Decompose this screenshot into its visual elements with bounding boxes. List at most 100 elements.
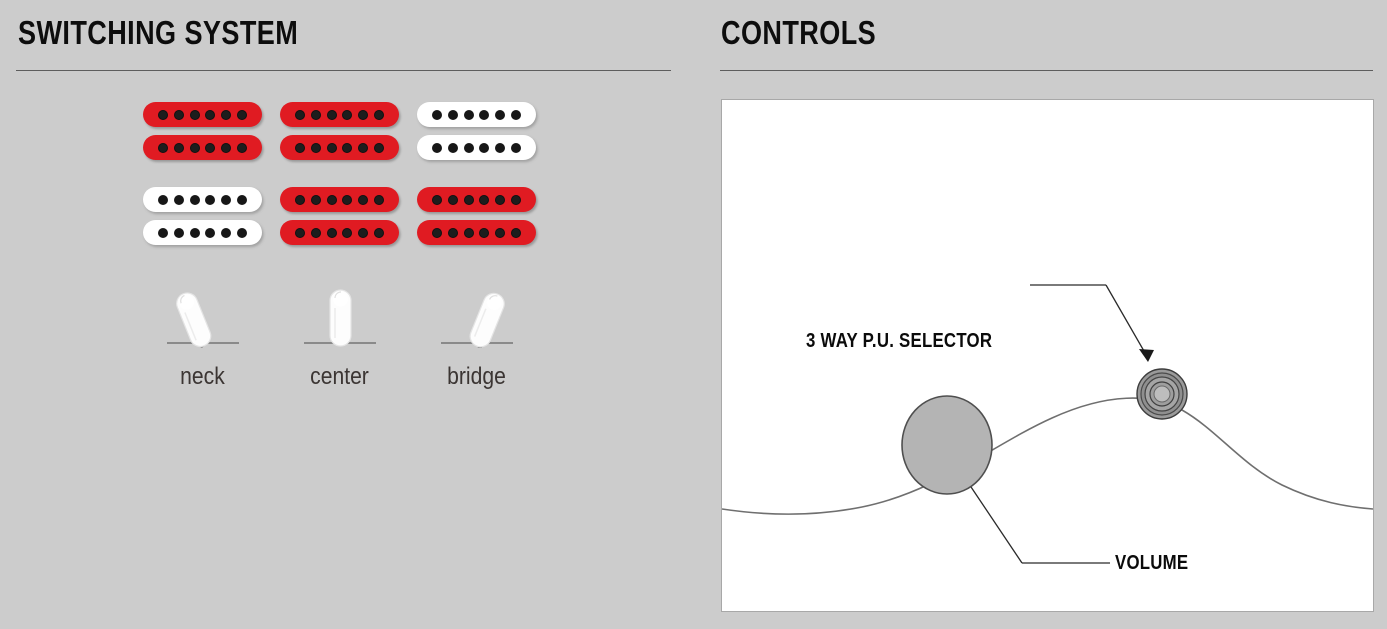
switch-label-center: center bbox=[310, 363, 369, 390]
pole-piece bbox=[495, 142, 506, 153]
pickup-r1c3 bbox=[417, 102, 536, 166]
pole-piece bbox=[511, 142, 522, 153]
pickup-coil-top bbox=[417, 102, 536, 127]
pickup-coil-bottom bbox=[280, 135, 399, 160]
pole-piece bbox=[431, 194, 442, 205]
pole-piece bbox=[495, 109, 506, 120]
pole-piece bbox=[479, 142, 490, 153]
switch-label-neck: neck bbox=[180, 363, 225, 390]
pole-piece bbox=[374, 194, 385, 205]
pole-piece bbox=[326, 109, 337, 120]
pole-piece bbox=[157, 194, 168, 205]
toggle-switch-lever-left-icon bbox=[167, 292, 239, 348]
pole-piece bbox=[374, 227, 385, 238]
pole-piece bbox=[463, 227, 474, 238]
pole-piece bbox=[189, 227, 200, 238]
pickup-r1c2 bbox=[280, 102, 399, 166]
pole-piece bbox=[173, 109, 184, 120]
selector-leader-line bbox=[1030, 284, 1154, 362]
pole-piece bbox=[447, 194, 458, 205]
volume-callout-label: VOLUME bbox=[1115, 552, 1189, 574]
pickup-coil-bottom bbox=[280, 220, 399, 245]
pole-piece bbox=[294, 227, 305, 238]
pole-piece bbox=[205, 194, 216, 205]
pickup-coil-top bbox=[417, 187, 536, 212]
pole-piece bbox=[511, 109, 522, 120]
pole-piece bbox=[294, 109, 305, 120]
page-root: SWITCHING SYSTEM neck center bridge CONT… bbox=[0, 0, 1387, 629]
pole-piece bbox=[189, 194, 200, 205]
toggle-switch-lever-center-icon bbox=[304, 289, 376, 347]
pole-piece bbox=[157, 109, 168, 120]
switch-position-row: neck center bridge bbox=[143, 278, 554, 393]
pickup-coil-top bbox=[143, 102, 262, 127]
pole-piece bbox=[221, 109, 232, 120]
controls-diagram-svg bbox=[722, 284, 1373, 564]
pole-piece bbox=[157, 227, 168, 238]
pole-piece bbox=[237, 227, 248, 238]
pole-piece bbox=[479, 227, 490, 238]
pole-piece bbox=[294, 194, 305, 205]
controls-title-divider bbox=[720, 70, 1373, 71]
switch-position-bridge[interactable]: bridge bbox=[417, 278, 554, 393]
pole-piece bbox=[447, 227, 458, 238]
pole-piece bbox=[310, 227, 321, 238]
pole-piece bbox=[205, 227, 216, 238]
pole-piece bbox=[511, 227, 522, 238]
pickup-r2c3 bbox=[417, 187, 536, 251]
pole-piece bbox=[431, 227, 442, 238]
pole-piece bbox=[447, 109, 458, 120]
switch-label-bridge: bridge bbox=[447, 363, 506, 390]
pole-piece bbox=[374, 109, 385, 120]
pole-piece bbox=[358, 194, 369, 205]
title-divider bbox=[16, 70, 671, 71]
pole-piece bbox=[463, 142, 474, 153]
pole-piece bbox=[294, 142, 305, 153]
pole-piece bbox=[173, 227, 184, 238]
pickup-r1c1 bbox=[143, 102, 262, 166]
pole-piece bbox=[310, 194, 321, 205]
pole-piece bbox=[463, 194, 474, 205]
pickup-coil-bottom bbox=[143, 135, 262, 160]
pole-piece bbox=[511, 194, 522, 205]
controls-title: CONTROLS bbox=[721, 14, 877, 51]
pole-piece bbox=[495, 227, 506, 238]
pickup-coil-bottom bbox=[143, 220, 262, 245]
switch-position-neck[interactable]: neck bbox=[143, 278, 280, 393]
pole-piece bbox=[374, 142, 385, 153]
pole-piece bbox=[495, 194, 506, 205]
pole-piece bbox=[221, 142, 232, 153]
pole-piece bbox=[342, 142, 353, 153]
pole-piece bbox=[431, 109, 442, 120]
pole-piece bbox=[237, 109, 248, 120]
pole-piece bbox=[342, 109, 353, 120]
pole-piece bbox=[431, 142, 442, 153]
pole-piece bbox=[173, 142, 184, 153]
pole-piece bbox=[237, 194, 248, 205]
pickup-r2c1 bbox=[143, 187, 262, 251]
pole-piece bbox=[189, 142, 200, 153]
pole-piece bbox=[358, 109, 369, 120]
pole-piece bbox=[221, 194, 232, 205]
controls-diagram-box: 3 WAY P.U. SELECTOR VOLUME bbox=[721, 99, 1374, 612]
pole-piece bbox=[205, 142, 216, 153]
pole-piece bbox=[189, 109, 200, 120]
pole-piece bbox=[237, 142, 248, 153]
pole-piece bbox=[310, 109, 321, 120]
pole-piece bbox=[326, 194, 337, 205]
pole-piece bbox=[342, 227, 353, 238]
volume-knob-icon bbox=[901, 395, 993, 495]
pole-piece bbox=[447, 142, 458, 153]
switch-position-center[interactable]: center bbox=[280, 278, 417, 393]
selector-callout-label: 3 WAY P.U. SELECTOR bbox=[806, 330, 993, 352]
pole-piece bbox=[310, 142, 321, 153]
toggle-switch-lever-right-icon bbox=[441, 292, 513, 348]
pickup-configuration-grid bbox=[143, 102, 554, 272]
pole-piece bbox=[326, 142, 337, 153]
pole-piece bbox=[221, 227, 232, 238]
pole-piece bbox=[358, 142, 369, 153]
pole-piece bbox=[342, 194, 353, 205]
pole-piece bbox=[157, 142, 168, 153]
pickup-coil-top bbox=[280, 102, 399, 127]
guitar-body-contour-icon bbox=[722, 397, 1373, 515]
